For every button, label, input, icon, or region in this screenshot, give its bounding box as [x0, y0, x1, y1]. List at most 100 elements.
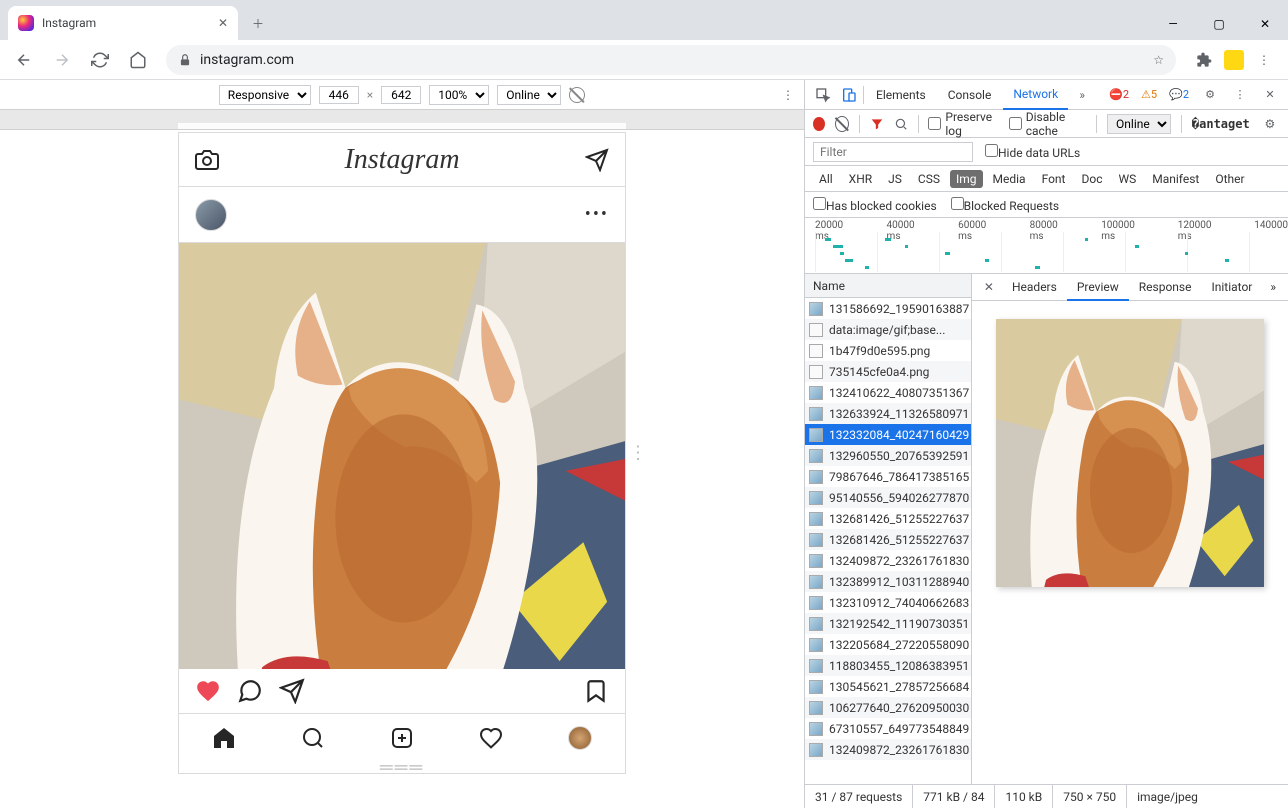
request-row[interactable]: 132633924_11326580971 [805, 403, 971, 424]
type-filter-xhr[interactable]: XHR [843, 170, 878, 188]
inspect-element-icon[interactable] [811, 83, 835, 107]
request-row[interactable]: 106277640_27620950030 [805, 697, 971, 718]
type-filter-font[interactable]: Font [1036, 170, 1072, 188]
request-row[interactable]: 132409872_23261761830 [805, 739, 971, 760]
settings-icon[interactable]: ⚙ [1198, 83, 1222, 107]
type-filter-img[interactable]: Img [950, 170, 983, 188]
throttling-select[interactable]: Online [1107, 114, 1171, 134]
new-tab-button[interactable]: ＋ [244, 9, 272, 37]
tab-preview[interactable]: Preview [1067, 274, 1129, 301]
request-row[interactable]: 132205684_27220558090 [805, 634, 971, 655]
type-filter-all[interactable]: All [813, 170, 839, 188]
hide-data-urls-checkbox[interactable]: Hide data URLs [985, 144, 1080, 160]
request-row[interactable]: 67310557_649773548849 [805, 718, 971, 739]
blocked-requests-checkbox[interactable]: Blocked Requests [951, 197, 1059, 213]
disable-cache-checkbox[interactable]: Disable cache [1009, 110, 1086, 138]
request-row[interactable]: 132332084_40247160429 [805, 424, 971, 445]
message-count[interactable]: 💬2 [1166, 88, 1192, 101]
more-tabs-icon[interactable]: » [1070, 83, 1094, 107]
device-select[interactable]: Responsive [219, 85, 311, 105]
activity-icon[interactable] [479, 726, 503, 750]
close-window-button[interactable]: ✕ [1242, 8, 1288, 40]
tab-close-icon[interactable]: ✕ [218, 16, 228, 30]
post-image[interactable] [179, 243, 625, 669]
tab-headers[interactable]: Headers [1002, 274, 1067, 301]
zoom-select[interactable]: 100% [429, 85, 489, 105]
request-row[interactable]: 132409872_23261761830 [805, 550, 971, 571]
request-row[interactable]: 132960550_20765392591 [805, 445, 971, 466]
device-height-input[interactable] [381, 86, 421, 104]
request-row[interactable]: 132681426_51255227637 [805, 508, 971, 529]
send-icon[interactable] [585, 148, 609, 172]
request-row[interactable]: 735145cfe0a4.png [805, 361, 971, 382]
network-settings-icon[interactable]: ⚙ [1260, 112, 1280, 136]
reload-button[interactable] [84, 44, 116, 76]
tab-initiator[interactable]: Initiator [1201, 274, 1262, 301]
throttle-select[interactable]: Online [497, 85, 561, 105]
request-row[interactable]: 132681426_51255227637 [805, 529, 971, 550]
minimize-button[interactable]: — [1150, 8, 1196, 40]
record-button[interactable] [813, 117, 825, 131]
type-filter-js[interactable]: JS [882, 170, 908, 188]
error-count[interactable]: ⛔2 [1106, 88, 1132, 101]
filter-toggle-icon[interactable] [870, 117, 884, 131]
blocked-cookies-checkbox[interactable]: Has blocked cookies [813, 197, 937, 213]
type-filter-media[interactable]: Media [987, 170, 1032, 188]
more-detail-tabs-icon[interactable]: » [1262, 280, 1284, 294]
device-toolbar-menu-icon[interactable]: ⋮ [782, 88, 794, 102]
request-row[interactable]: 118803455_12086383951 [805, 655, 971, 676]
bottom-drag-handle-icon[interactable]: ═══ [179, 761, 625, 773]
filter-input[interactable] [813, 142, 973, 162]
user-avatar[interactable] [195, 199, 227, 231]
device-mode-icon[interactable] [837, 83, 861, 107]
waterfall-overview[interactable]: 20000 ms40000 ms60000 ms80000 ms100000 m… [805, 218, 1288, 274]
upload-har-icon[interactable]: �antaget [1192, 117, 1250, 131]
more-options-icon[interactable]: ••• [585, 204, 609, 225]
search-network-icon[interactable] [894, 117, 908, 131]
type-filter-ws[interactable]: WS [1112, 170, 1142, 188]
type-filter-doc[interactable]: Doc [1075, 170, 1108, 188]
add-post-icon[interactable] [390, 726, 414, 750]
browser-tab[interactable]: Instagram ✕ [8, 6, 238, 40]
bookmark-star-icon[interactable]: ☆ [1153, 53, 1164, 67]
request-row[interactable]: 132410622_40807351367 [805, 382, 971, 403]
forward-button[interactable] [46, 44, 78, 76]
tab-network[interactable]: Network [1003, 80, 1068, 110]
tab-elements[interactable]: Elements [866, 80, 936, 110]
warning-count[interactable]: ⚠5 [1138, 88, 1160, 101]
devtools-menu-icon[interactable]: ⋮ [1228, 83, 1252, 107]
bookmark-icon[interactable] [583, 678, 609, 704]
device-width-input[interactable] [319, 86, 359, 104]
like-icon[interactable] [195, 678, 221, 704]
extension-icon[interactable] [1224, 50, 1244, 70]
back-button[interactable] [8, 44, 40, 76]
type-filter-manifest[interactable]: Manifest [1146, 170, 1205, 188]
request-row[interactable]: 132389912_10311288940 [805, 571, 971, 592]
extensions-icon[interactable] [1188, 44, 1220, 76]
request-row[interactable]: 130545621_27857256684 [805, 676, 971, 697]
request-row[interactable]: 79867646_786417385165 [805, 466, 971, 487]
tab-response[interactable]: Response [1129, 274, 1202, 301]
home-icon[interactable] [212, 726, 236, 750]
maximize-button[interactable]: ▢ [1196, 8, 1242, 40]
tab-console[interactable]: Console [938, 80, 1002, 110]
profile-avatar[interactable] [568, 726, 592, 750]
request-row[interactable]: 1b47f9d0e595.png [805, 340, 971, 361]
close-detail-icon[interactable]: ✕ [976, 280, 1002, 294]
type-filter-other[interactable]: Other [1209, 170, 1250, 188]
browser-menu-icon[interactable]: ⋮ [1248, 44, 1280, 76]
type-filter-css[interactable]: CSS [912, 170, 946, 188]
preserve-log-checkbox[interactable]: Preserve log [928, 110, 998, 138]
request-row[interactable]: 132310912_74040662683 [805, 592, 971, 613]
name-column-header[interactable]: Name [805, 274, 971, 298]
request-row[interactable]: 95140556_594026277870 [805, 487, 971, 508]
close-devtools-icon[interactable]: ✕ [1258, 83, 1282, 107]
clear-button[interactable] [835, 116, 849, 132]
request-row[interactable]: 132192542_11190730351 [805, 613, 971, 634]
request-row[interactable]: data:image/gif;base... [805, 319, 971, 340]
address-bar[interactable]: instagram.com ☆ [166, 45, 1176, 75]
instagram-logo[interactable]: Instagram [344, 144, 459, 176]
comment-icon[interactable] [237, 678, 263, 704]
request-row[interactable]: 131586692_19590163887 [805, 298, 971, 319]
search-icon[interactable] [301, 726, 325, 750]
